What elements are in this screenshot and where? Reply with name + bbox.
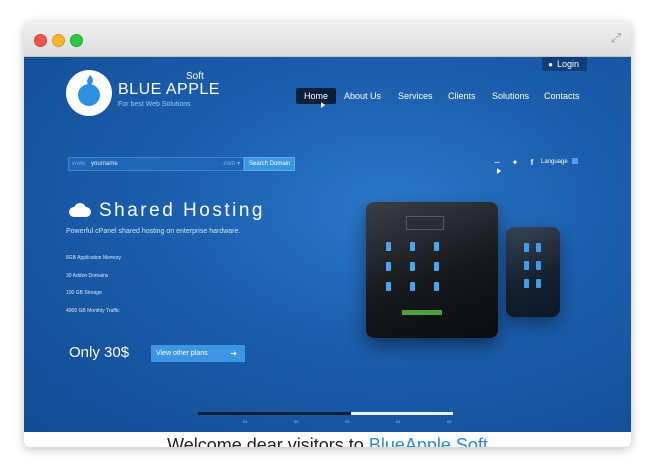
feature-item: 4000 GB Monthly Traffic <box>66 308 120 314</box>
search-domain-button[interactable]: Search Domain <box>244 157 296 171</box>
feature-item: 8GB Application Memory <box>66 255 122 261</box>
view-plans-label: View other plans <box>156 350 208 357</box>
apple-shape <box>78 84 100 106</box>
welcome-brand: BlueApple Soft <box>368 435 488 447</box>
feature-item: 30 Addon Domains <box>66 273 109 279</box>
nav-item-clients[interactable]: Clients <box>448 88 476 104</box>
feature-item: 100 GB Storage <box>66 290 102 296</box>
server-image <box>366 202 498 338</box>
logo-apple-icon[interactable] <box>66 70 112 116</box>
nav-item-solutions[interactable]: Solutions <box>492 88 529 104</box>
drive-led <box>386 282 391 291</box>
slider-progress-remaining <box>351 412 453 415</box>
nav-item-about[interactable]: About Us <box>344 88 381 104</box>
domain-prefix: www. <box>72 161 87 167</box>
browser-window: ⤢ ● Login Soft BLUE APPLE For best Web So… <box>24 22 631 447</box>
maximize-window-button[interactable] <box>70 34 83 47</box>
drive-led <box>524 261 529 270</box>
drive-led <box>536 261 541 270</box>
twitter-icon[interactable]: ✦ <box>509 157 521 169</box>
view-plans-button[interactable]: View other plans ➜ <box>151 345 245 362</box>
welcome-heading: Welcome dear visitors to BlueApple Soft <box>24 435 631 447</box>
welcome-text: Welcome dear visitors to <box>167 435 369 447</box>
server-image-back <box>506 227 560 317</box>
welcome-section: Welcome dear visitors to BlueApple Soft <box>24 432 631 447</box>
close-window-button[interactable] <box>34 34 47 47</box>
logo-tagline: For best Web Solutions <box>118 101 191 108</box>
nav-item-services[interactable]: Services <box>398 88 433 104</box>
slider-label[interactable]: 05 <box>447 419 451 424</box>
domain-value: yourname <box>91 161 118 167</box>
drive-led <box>410 282 415 291</box>
hero-title: Shared Hosting <box>99 200 265 221</box>
slider-label[interactable]: 04 <box>396 419 400 424</box>
dropdown-icon <box>571 158 578 165</box>
drive-led <box>524 279 529 288</box>
hero-subtitle: Powerful cPanel shared hosting on enterp… <box>66 228 241 235</box>
facebook-icon[interactable]: f <box>526 157 538 169</box>
nav-item-contacts[interactable]: Contacts <box>544 88 580 104</box>
user-icon: ● <box>548 60 553 69</box>
login-button[interactable]: ● Login <box>542 57 587 71</box>
title-bar: ⤢ <box>24 22 631 57</box>
drive-led <box>410 242 415 251</box>
domain-search-input[interactable]: www. yourname .com ▾ <box>68 157 244 171</box>
server-display <box>406 216 444 230</box>
login-label: Login <box>556 59 579 69</box>
language-select[interactable]: Language <box>541 157 578 168</box>
tld-label: .com <box>222 161 236 167</box>
language-label: Language <box>541 159 568 165</box>
drive-led <box>524 243 529 252</box>
cloud-icon <box>69 203 91 217</box>
nav-item-home[interactable]: Home <box>296 88 337 104</box>
drive-led <box>536 243 541 252</box>
slider-label[interactable]: 02 <box>294 419 298 424</box>
slider-label[interactable]: 03 <box>345 419 349 424</box>
pointer-cursor-icon <box>321 102 325 108</box>
tld-select[interactable]: .com ▾ <box>222 158 240 170</box>
website-content: ● Login Soft BLUE APPLE For best Web Solu… <box>24 57 631 432</box>
drive-led <box>386 242 391 251</box>
drive-led <box>536 279 541 288</box>
drive-led <box>386 262 391 271</box>
fullscreen-arrows-icon[interactable]: ⤢ <box>609 31 623 45</box>
arrow-right-icon: ➜ <box>230 349 237 358</box>
drive-led <box>434 262 439 271</box>
slider-progress-filled <box>198 412 351 415</box>
drive-led <box>434 242 439 251</box>
logo-text[interactable]: BLUE APPLE <box>118 81 220 99</box>
minimize-window-button[interactable] <box>52 34 65 47</box>
pointer-cursor-icon-2 <box>497 168 501 174</box>
price-text: Only 30$ <box>69 344 130 361</box>
drive-led <box>410 262 415 271</box>
status-led-strip <box>402 310 442 315</box>
drive-led <box>434 282 439 291</box>
slider-pagination[interactable]: 01 02 03 04 05 <box>198 412 453 424</box>
slider-label[interactable]: 01 <box>243 419 247 424</box>
